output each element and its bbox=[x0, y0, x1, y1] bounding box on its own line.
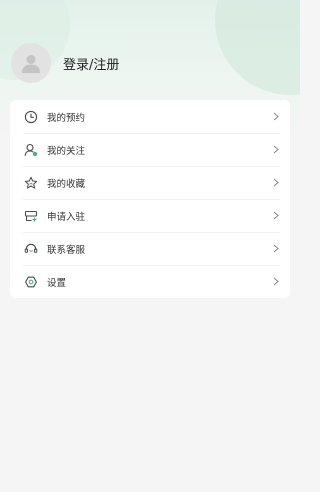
menu-list: 我的预约 我的关注 我的收藏 申请入驻 联系客服 设置 bbox=[10, 100, 290, 298]
menu-item-label: 我的关注 bbox=[47, 145, 86, 157]
menu-item-label: 联系客服 bbox=[47, 244, 86, 256]
menu-item-label: 我的收藏 bbox=[47, 178, 86, 190]
menu-item-appointments[interactable]: 我的预约 bbox=[10, 100, 290, 133]
menu-item-customer-service[interactable]: 联系客服 bbox=[10, 232, 290, 265]
menu-item-label: 我的预约 bbox=[47, 112, 86, 124]
clock-icon bbox=[23, 109, 39, 125]
default-avatar-icon bbox=[22, 55, 40, 73]
user-follow-icon bbox=[23, 142, 39, 158]
header-decoration bbox=[215, 0, 300, 95]
chevron-right-icon bbox=[272, 112, 280, 122]
menu-item-label: 设置 bbox=[47, 277, 67, 289]
profile-section[interactable]: 登录/注册 bbox=[11, 43, 119, 83]
shop-apply-icon bbox=[23, 208, 39, 224]
menu-item-favorites[interactable]: 我的收藏 bbox=[10, 166, 290, 199]
settings-icon bbox=[23, 274, 39, 290]
chevron-right-icon bbox=[272, 145, 280, 155]
avatar[interactable] bbox=[11, 43, 51, 83]
chevron-right-icon bbox=[272, 178, 280, 188]
chevron-right-icon bbox=[272, 211, 280, 221]
chevron-right-icon bbox=[272, 244, 280, 254]
menu-item-settings[interactable]: 设置 bbox=[10, 265, 290, 298]
menu-item-label: 申请入驻 bbox=[47, 211, 86, 223]
headset-icon bbox=[23, 241, 39, 257]
chevron-right-icon bbox=[272, 277, 280, 287]
menu-item-apply-settle[interactable]: 申请入驻 bbox=[10, 199, 290, 232]
login-register-link[interactable]: 登录/注册 bbox=[63, 54, 119, 73]
menu-item-following[interactable]: 我的关注 bbox=[10, 133, 290, 166]
star-icon bbox=[23, 175, 39, 191]
